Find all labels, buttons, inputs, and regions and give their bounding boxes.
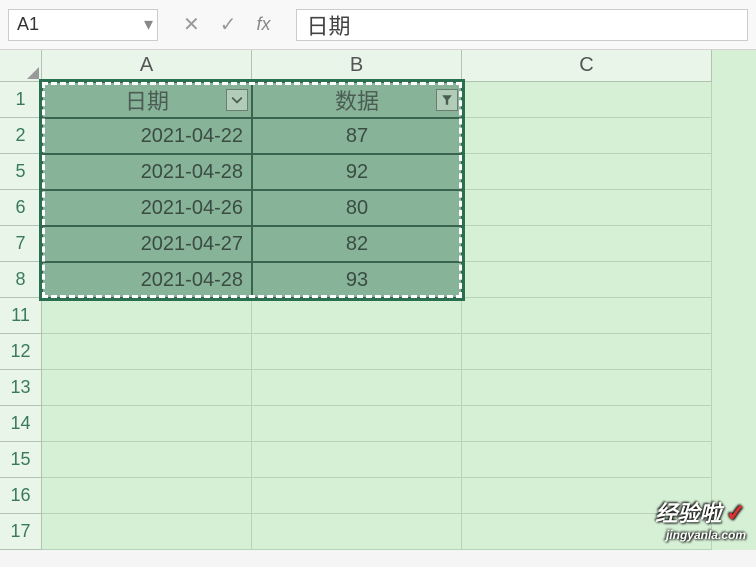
formula-bar: A1 ▾ ✕ ✓ fx 日期 — [0, 0, 756, 50]
column-header-c[interactable]: C — [462, 50, 712, 82]
cell[interactable] — [252, 406, 462, 442]
fx-icon[interactable]: fx — [257, 14, 271, 35]
column-header-b[interactable]: B — [252, 50, 462, 82]
cell[interactable] — [462, 118, 712, 154]
filter-active-icon[interactable] — [436, 89, 458, 111]
row-header[interactable]: 6 — [0, 190, 42, 226]
filter-dropdown-icon[interactable] — [226, 89, 248, 111]
check-icon: ✓ — [726, 500, 746, 527]
cell[interactable] — [462, 334, 712, 370]
cell[interactable] — [462, 262, 712, 298]
watermark-text: 经验啦 — [655, 501, 721, 526]
name-box[interactable]: A1 ▾ — [8, 9, 158, 41]
formula-input[interactable]: 日期 — [296, 9, 748, 41]
cell-date[interactable]: 2021-04-27 — [42, 226, 252, 262]
cell[interactable] — [42, 334, 252, 370]
row-header[interactable]: 12 — [0, 334, 42, 370]
cell[interactable] — [462, 82, 712, 118]
cell[interactable] — [462, 226, 712, 262]
row-header[interactable]: 7 — [0, 226, 42, 262]
table-row: 5 2021-04-28 92 — [0, 154, 756, 190]
table-row: 7 2021-04-27 82 — [0, 226, 756, 262]
cell-value[interactable]: 82 — [252, 226, 462, 262]
cell[interactable] — [252, 334, 462, 370]
cell[interactable] — [462, 298, 712, 334]
row-header[interactable]: 14 — [0, 406, 42, 442]
cell[interactable] — [42, 370, 252, 406]
table-row: 8 2021-04-28 93 — [0, 262, 756, 298]
row-header[interactable]: 13 — [0, 370, 42, 406]
cell[interactable] — [252, 478, 462, 514]
cell-reference: A1 — [17, 14, 39, 35]
row-header[interactable]: 8 — [0, 262, 42, 298]
cell[interactable] — [252, 442, 462, 478]
spreadsheet: A B C 1 日期 数据 2 2021-04-22 87 5 2021-04-… — [0, 50, 756, 550]
table-row: 17 — [0, 514, 756, 550]
cell[interactable] — [462, 442, 712, 478]
table-row: 13 — [0, 370, 756, 406]
table-row: 12 — [0, 334, 756, 370]
table-header-date[interactable]: 日期 — [42, 82, 252, 118]
dropdown-icon[interactable]: ▾ — [144, 14, 153, 35]
column-header-a[interactable]: A — [42, 50, 252, 82]
cell-value[interactable]: 87 — [252, 118, 462, 154]
cell[interactable] — [252, 298, 462, 334]
cell-value[interactable]: 93 — [252, 262, 462, 298]
cell-date[interactable]: 2021-04-22 — [42, 118, 252, 154]
cell[interactable] — [462, 406, 712, 442]
select-all-corner[interactable] — [0, 50, 42, 82]
row-header[interactable]: 16 — [0, 478, 42, 514]
formula-buttons: ✕ ✓ fx — [173, 12, 281, 37]
formula-value: 日期 — [307, 9, 351, 41]
cell-date[interactable]: 2021-04-28 — [42, 262, 252, 298]
cell[interactable] — [252, 370, 462, 406]
row-header[interactable]: 15 — [0, 442, 42, 478]
cell[interactable] — [42, 514, 252, 550]
cell[interactable] — [462, 370, 712, 406]
column-header-row: A B C — [0, 50, 756, 82]
table-row: 16 — [0, 478, 756, 514]
watermark: 经验啦 ✓ jingyanla.com — [655, 496, 746, 542]
table-row: 11 — [0, 298, 756, 334]
row-header[interactable]: 5 — [0, 154, 42, 190]
cell[interactable] — [42, 478, 252, 514]
watermark-url: jingyanla.com — [655, 528, 746, 542]
cell[interactable] — [252, 514, 462, 550]
cell[interactable] — [462, 190, 712, 226]
cancel-icon[interactable]: ✕ — [183, 12, 200, 37]
table-row: 1 日期 数据 — [0, 82, 756, 118]
row-header[interactable]: 2 — [0, 118, 42, 154]
cell-value[interactable]: 80 — [252, 190, 462, 226]
table-row: 6 2021-04-26 80 — [0, 190, 756, 226]
confirm-icon[interactable]: ✓ — [220, 12, 237, 37]
row-header[interactable]: 11 — [0, 298, 42, 334]
row-header[interactable]: 17 — [0, 514, 42, 550]
table-header-value[interactable]: 数据 — [252, 82, 462, 118]
cell-date[interactable]: 2021-04-26 — [42, 190, 252, 226]
table-row: 14 — [0, 406, 756, 442]
cell[interactable] — [42, 406, 252, 442]
cell[interactable] — [42, 442, 252, 478]
table-row: 2 2021-04-22 87 — [0, 118, 756, 154]
cell[interactable] — [462, 154, 712, 190]
cell-date[interactable]: 2021-04-28 — [42, 154, 252, 190]
cell-value[interactable]: 92 — [252, 154, 462, 190]
cell[interactable] — [42, 298, 252, 334]
row-header[interactable]: 1 — [0, 82, 42, 118]
table-row: 15 — [0, 442, 756, 478]
